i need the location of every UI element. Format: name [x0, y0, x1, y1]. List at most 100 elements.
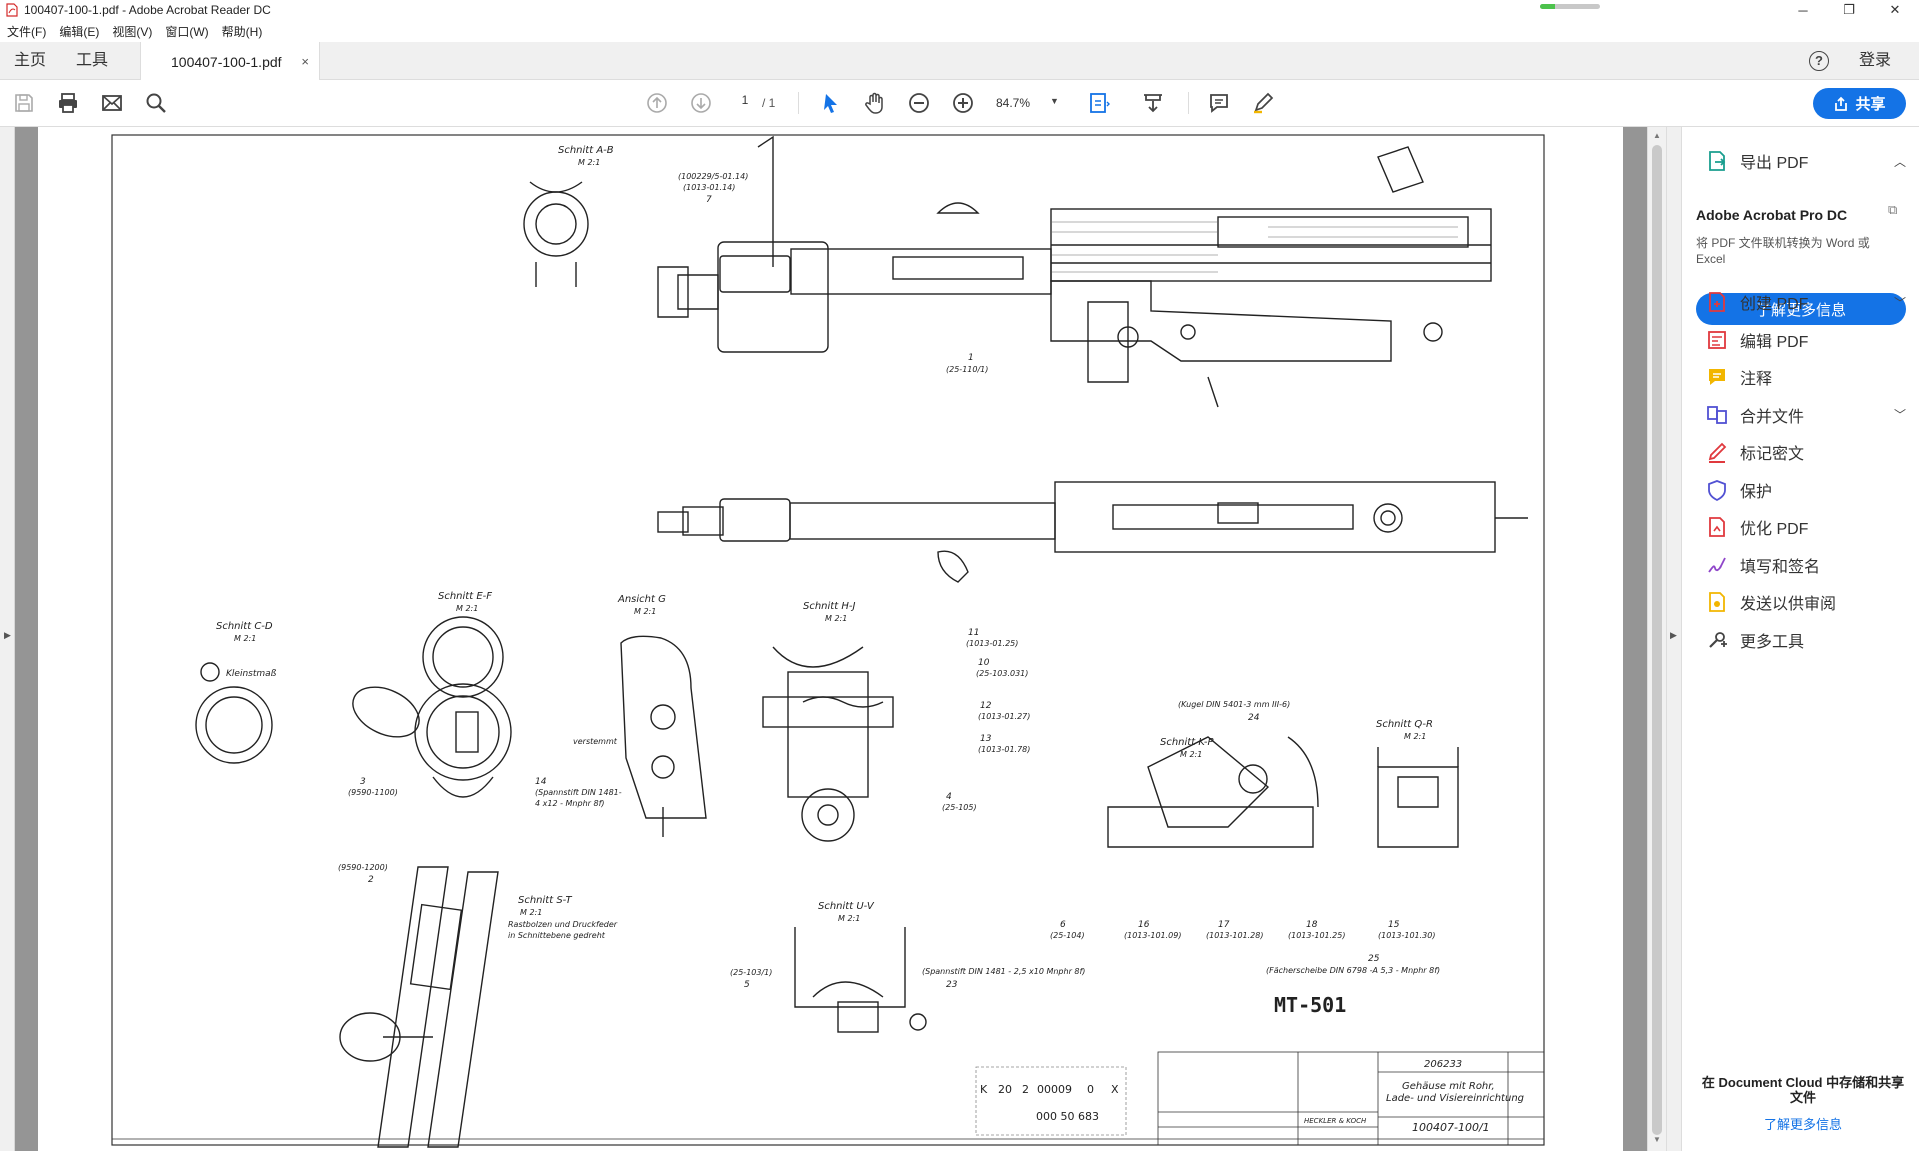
- collapse-icon[interactable]: ︿: [1894, 153, 1906, 170]
- receiver-top-view: [657, 481, 1528, 583]
- close-window-button[interactable]: ✕: [1872, 0, 1918, 20]
- tool-item-combine-files[interactable]: 合并文件 ﹀: [1682, 397, 1919, 433]
- minimize-button[interactable]: ─: [1780, 0, 1826, 20]
- tab-home[interactable]: 主页: [14, 42, 46, 80]
- comment-icon[interactable]: [1207, 91, 1231, 115]
- print-icon[interactable]: [56, 91, 80, 115]
- tool-item-label: 更多工具: [1740, 633, 1805, 651]
- hand-tool-icon[interactable]: [863, 91, 887, 115]
- highlight-pen-icon[interactable]: [1251, 91, 1275, 115]
- fit-page-icon[interactable]: [1087, 91, 1111, 115]
- tab-bar: 主页 工具 100407-100-1.pdf × ? 登录: [0, 42, 1919, 81]
- label-ref-top2: (1013-01.14): [683, 183, 735, 192]
- pdf-file-icon: [6, 3, 18, 17]
- pdf-page[interactable]: Schnitt A-B M 2:1 (100229/5-01.14) (1013…: [38, 127, 1623, 1151]
- label-part-1-ref: (25-110/1): [946, 365, 988, 374]
- tool-item-edit-pdf[interactable]: 编辑 PDF: [1682, 322, 1919, 358]
- label-part-15: 15: [1388, 920, 1400, 930]
- scroll-mode-icon[interactable]: [1141, 91, 1165, 115]
- stamp-x: X: [1111, 1083, 1119, 1096]
- export-pdf-item[interactable]: 导出 PDF ︿: [1682, 143, 1919, 179]
- label-part-12-ref: (1013-01.27): [978, 712, 1030, 721]
- loading-progress-bar: [1540, 4, 1600, 9]
- more-tools-icon: [1706, 629, 1728, 651]
- title-bar: 100407-100-1.pdf - Adobe Acrobat Reader …: [0, 0, 1919, 20]
- stamp-row2: 000 50 683: [1036, 1110, 1099, 1123]
- login-button[interactable]: 登录: [1859, 42, 1891, 80]
- combine-files-icon: [1706, 404, 1728, 426]
- menu-edit[interactable]: 编辑(E): [59, 23, 99, 40]
- tool-item-send-review[interactable]: 发送以供审阅: [1682, 584, 1919, 620]
- comment-icon: [1706, 366, 1728, 388]
- share-label: 共享: [1855, 96, 1886, 113]
- scrollbar-thumb[interactable]: [1652, 145, 1662, 1135]
- previous-page-icon[interactable]: [645, 91, 669, 115]
- tab-tools[interactable]: 工具: [76, 42, 108, 80]
- scroll-up-icon[interactable]: ▲: [1653, 131, 1661, 140]
- tool-item-comment[interactable]: 注释: [1682, 359, 1919, 395]
- tool-item-optimize-pdf[interactable]: 优化 PDF: [1682, 509, 1919, 545]
- label-part-14-ref2: 4 x12 - Mnphr 8f): [535, 799, 605, 808]
- document-viewport[interactable]: ▶ Schnitt A-B M 2:1 (100229/5-01.14) (10…: [0, 127, 1666, 1151]
- vertical-scrollbar[interactable]: ▲ ▼: [1647, 127, 1666, 1151]
- scroll-down-icon[interactable]: ▼: [1653, 1135, 1661, 1144]
- label-part-10: 10: [978, 658, 990, 668]
- zoom-in-icon[interactable]: [951, 91, 975, 115]
- select-tool-icon[interactable]: [819, 91, 843, 115]
- share-button[interactable]: 共享: [1813, 88, 1906, 119]
- zoom-dropdown-icon[interactable]: ▼: [1050, 96, 1059, 106]
- tool-item-redact[interactable]: 标记密文: [1682, 434, 1919, 470]
- section-uv: [794, 927, 927, 1033]
- label-drawing-number: 206233: [1424, 1059, 1462, 1070]
- next-page-icon[interactable]: [689, 91, 713, 115]
- label-scale-ef: M 2:1: [456, 604, 478, 613]
- promo-info-icon[interactable]: ⧉: [1888, 202, 1897, 218]
- search-icon[interactable]: [144, 91, 168, 115]
- edit-pdf-icon: [1706, 329, 1728, 351]
- redact-icon: [1706, 441, 1728, 463]
- document-cloud-link[interactable]: 了解更多信息: [1700, 1114, 1906, 1133]
- tool-item-label: 创建 PDF: [1740, 296, 1809, 313]
- label-verstemmt: verstemmt: [573, 737, 618, 746]
- tool-item-fill-sign[interactable]: 填写和签名: [1682, 547, 1919, 583]
- zoom-level-input[interactable]: 84.7%: [996, 96, 1030, 110]
- tool-item-protect[interactable]: 保护: [1682, 472, 1919, 508]
- label-part-14: 14: [535, 777, 547, 787]
- close-tab-button[interactable]: ×: [301, 54, 309, 69]
- tool-item-more-tools[interactable]: 更多工具: [1682, 622, 1919, 658]
- help-icon[interactable]: ?: [1809, 51, 1829, 71]
- label-maker: HECKLER & KOCH: [1304, 1117, 1367, 1125]
- expand-chevron-icon[interactable]: ﹀: [1894, 406, 1906, 423]
- label-part-1: 1: [968, 353, 974, 363]
- tool-item-create-pdf[interactable]: 创建 PDF ﹀: [1682, 284, 1919, 320]
- tools-pane: 导出 PDF ︿ ⧉ Adobe Acrobat Pro DC 将 PDF 文件…: [1681, 127, 1919, 1151]
- expand-chevron-icon[interactable]: ﹀: [1894, 294, 1906, 311]
- tool-item-label: 编辑 PDF: [1740, 333, 1809, 351]
- label-scale-ab: M 2:1: [578, 158, 600, 167]
- section-ab: [523, 181, 589, 287]
- zoom-out-icon[interactable]: [907, 91, 931, 115]
- label-scale-kp: M 2:1: [1180, 750, 1202, 759]
- promo-description: 将 PDF 文件联机转换为 Word 或 Excel: [1696, 236, 1870, 266]
- left-panel-toggle[interactable]: ▶: [0, 127, 15, 1151]
- right-panel-toggle[interactable]: ▶: [1666, 127, 1681, 1151]
- tab-document[interactable]: 100407-100-1.pdf ×: [140, 42, 320, 81]
- menu-file[interactable]: 文件(F): [7, 23, 46, 40]
- page-total: / 1: [762, 96, 776, 110]
- label-scale-hj: M 2:1: [825, 614, 847, 623]
- toolbar: 1 / 1 84.7% ▼ 共享: [0, 80, 1919, 127]
- maximize-button[interactable]: ❐: [1826, 0, 1872, 20]
- label-part-5: 5: [744, 980, 750, 990]
- email-icon[interactable]: [100, 91, 124, 115]
- menu-window[interactable]: 窗口(W): [165, 23, 208, 40]
- fill-sign-icon: [1706, 554, 1728, 576]
- menu-help[interactable]: 帮助(H): [222, 23, 263, 40]
- section-hj: [762, 646, 894, 842]
- page-number-input[interactable]: 1: [730, 93, 760, 113]
- label-part-number: 100407-100/1: [1412, 1121, 1490, 1134]
- label-schnitt-qr: Schnitt Q-R: [1376, 719, 1433, 730]
- stamp-k: K: [980, 1083, 988, 1096]
- save-icon[interactable]: [12, 91, 36, 115]
- label-part-17: 17: [1218, 920, 1230, 930]
- menu-view[interactable]: 视图(V): [112, 23, 152, 40]
